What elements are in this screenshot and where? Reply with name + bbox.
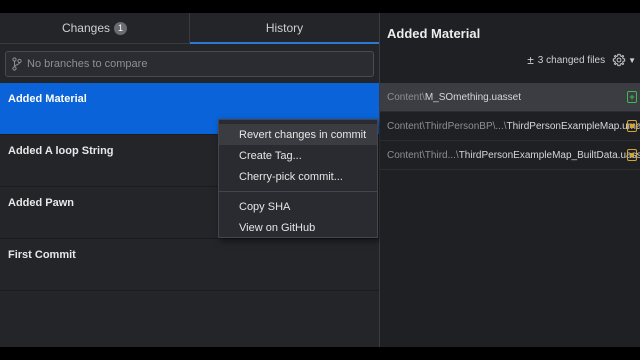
commit-context-menu: Revert changes in commit Create Tag... C… [218,119,378,238]
menu-item-create-tag[interactable]: Create Tag... [219,145,377,166]
file-item[interactable]: Content\ThirdPersonBP\...\ThirdPersonExa… [380,112,640,141]
file-path: Content\Third...\ThirdPersonExampleMap_B… [387,150,640,161]
changed-file-list: Content\M_SOmething.uasset + Content\Thi… [380,83,640,170]
history-pane: Changes 1 History No branches to compare… [0,13,380,347]
tab-bar: Changes 1 History [0,13,379,44]
file-name: M_SOmething.uasset [424,91,521,103]
file-name: ThirdPersonExampleMap_BuiltData.uasset [458,149,640,161]
gear-icon[interactable] [612,53,626,67]
file-item[interactable]: Content\Third...\ThirdPersonExampleMap_B… [380,141,640,170]
commit-title: Added A loop String [8,145,114,157]
file-path: Content\M_SOmething.uasset [387,92,521,103]
commit-detail-pane: Added Material ± 3 changed files ▼ Conte… [380,13,640,347]
modified-status-icon [627,120,637,132]
chevron-down-icon[interactable]: ▼ [628,56,636,65]
github-desktop-window: Changes 1 History No branches to compare… [0,13,640,347]
git-branch-icon [12,57,22,71]
commit-title: Added Pawn [8,197,75,209]
commit-detail-title: Added Material [387,26,481,41]
changes-count-badge: 1 [114,21,128,35]
modified-status-icon [627,149,637,161]
plus-minus-icon: ± [527,53,534,67]
menu-item-cherry-pick[interactable]: Cherry-pick commit... [219,166,377,187]
tab-changes[interactable]: Changes 1 [0,13,189,43]
branch-compare-input[interactable]: No branches to compare [5,51,374,77]
file-dir: Content\Third...\ [387,149,459,161]
tab-history[interactable]: History [189,13,379,44]
tab-changes-label: Changes [61,21,111,35]
menu-item-view-on-github[interactable]: View on GitHub [219,217,377,238]
file-path: Content\ThirdPersonBP\...\ThirdPersonExa… [387,121,640,132]
tab-history-label: History [265,21,304,35]
file-dir: Content\ [387,91,425,103]
menu-item-copy-sha[interactable]: Copy SHA [219,196,377,217]
menu-separator [219,191,377,192]
commit-item[interactable]: First Commit [0,239,379,291]
commit-title: First Commit [8,249,76,261]
changed-files-summary: ± 3 changed files ▼ [527,53,636,67]
commit-title: Added Material [8,93,87,105]
file-item[interactable]: Content\M_SOmething.uasset + [380,83,640,112]
file-name: ThirdPersonExampleMap.umap [506,120,640,132]
file-dir: Content\ThirdPersonBP\...\ [387,120,507,132]
changed-files-label: 3 changed files [537,54,606,66]
menu-item-revert[interactable]: Revert changes in commit [219,124,377,145]
added-status-icon: + [627,91,637,103]
branch-compare-placeholder: No branches to compare [27,58,148,70]
